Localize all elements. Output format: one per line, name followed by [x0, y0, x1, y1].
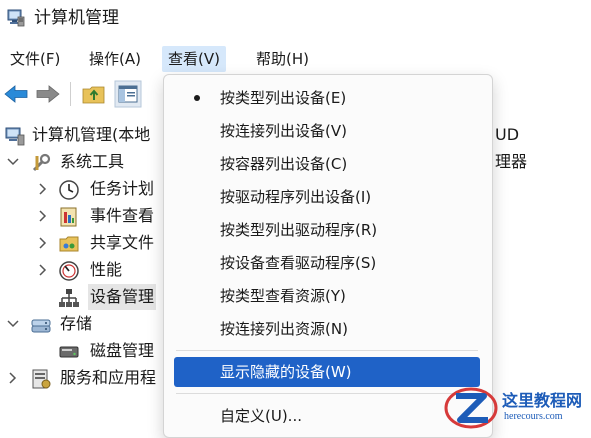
- back-arrow-icon[interactable]: [2, 80, 30, 108]
- tree-label: 共享文件: [90, 233, 155, 252]
- event-viewer-icon: [60, 207, 77, 227]
- menu-item-devices-by-driver[interactable]: 按驱动程序列出设备(I): [174, 182, 480, 212]
- menu-item-devices-by-container[interactable]: 按容器列出设备(C): [174, 149, 480, 179]
- tree-label: 设备管理: [88, 284, 157, 310]
- toolbar-separator: [70, 82, 71, 106]
- menu-item-resources-by-connection[interactable]: 按连接列出资源(N): [174, 314, 480, 344]
- chevron-right-icon[interactable]: [36, 257, 50, 283]
- right-pane-category: 理器: [495, 152, 528, 171]
- chevron-right-icon[interactable]: [6, 365, 20, 391]
- chevron-right-icon[interactable]: [36, 176, 50, 202]
- tree-label: 存储: [60, 314, 93, 333]
- show-hide-tree-icon[interactable]: [114, 80, 142, 108]
- menu-item-resources-by-type[interactable]: 按类型查看资源(Y): [174, 281, 480, 311]
- tree-label: 性能: [90, 260, 123, 279]
- tree-label: 计算机管理(本地: [32, 125, 151, 144]
- menu-separator: [176, 393, 478, 394]
- tree-label: 磁盘管理: [90, 341, 155, 360]
- watermark-title: 这里教程网: [502, 391, 583, 410]
- tools-icon: [32, 153, 51, 172]
- tree-label: 服务和应用程: [60, 368, 157, 387]
- chevron-right-icon[interactable]: [36, 230, 50, 256]
- chevron-right-icon[interactable]: [36, 203, 50, 229]
- menu-item-drivers-by-device[interactable]: 按设备查看驱动程序(S): [174, 248, 480, 278]
- menu-help[interactable]: 帮助(H): [250, 46, 315, 72]
- tree-label: 系统工具: [60, 152, 125, 171]
- menu-view[interactable]: 查看(V): [162, 46, 226, 72]
- menu-item-devices-by-type[interactable]: 按类型列出设备(E): [174, 83, 480, 113]
- chevron-down-icon[interactable]: [6, 311, 20, 337]
- tree-label: 事件查看: [90, 206, 155, 225]
- disk-icon: [59, 346, 79, 358]
- menu-action[interactable]: 操作(A): [83, 46, 147, 72]
- watermark-url: herecours.com: [504, 411, 563, 422]
- performance-gauge-icon: [59, 261, 79, 281]
- chevron-down-icon[interactable]: [6, 149, 20, 175]
- watermark: 这里教程网 herecours.com: [442, 384, 591, 433]
- title-bar: 计算机管理: [0, 0, 591, 38]
- clock-icon: [59, 180, 79, 200]
- menu-item-devices-by-connection[interactable]: 按连接列出设备(V): [174, 116, 480, 146]
- menu-item-show-hidden-devices[interactable]: 显示隐藏的设备(W): [174, 357, 480, 387]
- menu-item-customize[interactable]: 自定义(U)...: [174, 401, 480, 431]
- menu-bar: 文件(F) 操作(A) 查看(V) 帮助(H): [0, 42, 591, 72]
- right-pane-device-name: UD: [495, 125, 520, 144]
- computer-management-icon: [7, 9, 25, 27]
- services-icon: [32, 369, 51, 389]
- up-folder-icon[interactable]: [80, 80, 108, 108]
- device-manager-icon: [59, 289, 79, 307]
- computer-management-icon: [5, 127, 25, 146]
- menu-file[interactable]: 文件(F): [4, 46, 66, 72]
- menu-separator: [176, 350, 478, 351]
- storage-icon: [31, 319, 51, 333]
- forward-arrow-icon[interactable]: [34, 80, 62, 108]
- watermark-logo-icon: [444, 387, 498, 429]
- tree-label: 任务计划: [90, 179, 155, 198]
- shared-folder-icon: [59, 236, 79, 252]
- selected-bullet-icon: [194, 95, 200, 101]
- menu-item-drivers-by-type[interactable]: 按类型列出驱动程序(R): [174, 215, 480, 245]
- window-title: 计算机管理: [34, 8, 119, 28]
